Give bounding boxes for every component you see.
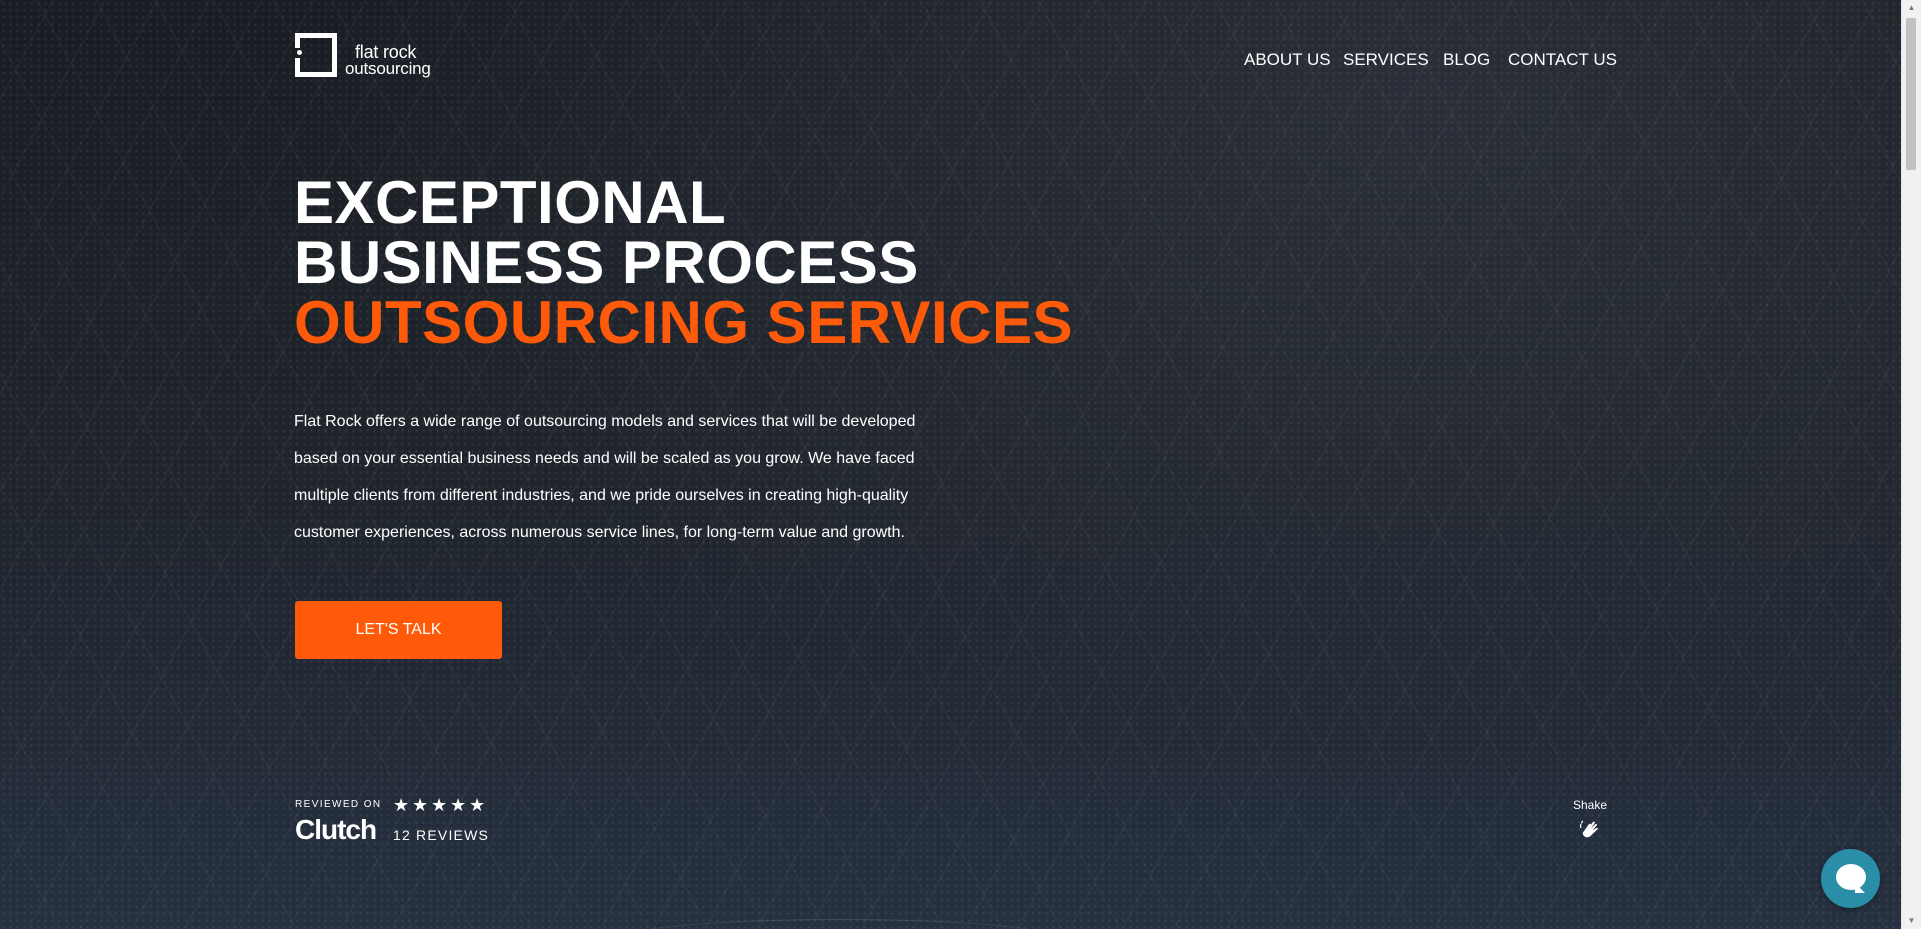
scroll-down-arrow-icon[interactable]: ▼ [1902,913,1921,929]
nav-item-about-us[interactable]: ABOUT US [1244,50,1331,70]
site-logo[interactable]: flat rock outsourcing [295,33,435,89]
nav-item-blog[interactable]: BLOG [1443,50,1490,70]
clutch-review-badge[interactable]: REVIEWED ON Clutch ★ ★ ★ ★ ★ 12 REVIEWS [295,796,495,849]
headline-line3-accent: OUTSOURCING SERVICES [294,289,1074,356]
hero-headline: EXCEPTIONAL BUSINESS PROCESS OUTSOURCING… [294,173,1073,353]
logo-text-line2: outsourcing [345,59,431,78]
chat-launcher-button[interactable] [1821,849,1880,908]
page-scrollbar[interactable]: ▲ ▼ [1901,0,1921,929]
star-icon: ★ [431,795,448,815]
shake-label: Shake [1572,798,1608,812]
hero-section: flat rock outsourcing ABOUT US SERVICES … [0,0,1902,929]
headline-line2: BUSINESS PROCESS [294,229,919,296]
logo-mark [295,33,337,77]
star-icon: ★ [412,795,429,815]
nav-item-services[interactable]: SERVICES [1343,50,1429,70]
star-icon: ★ [469,795,486,815]
star-icon: ★ [450,795,467,815]
shake-widget[interactable]: Shake [1570,798,1610,842]
clutch-logo: Clutch [295,814,377,845]
headline-line1: EXCEPTIONAL [294,169,727,236]
reviewed-on-label: REVIEWED ON [295,799,382,810]
scroll-up-arrow-icon[interactable]: ▲ [1902,0,1921,16]
nav-item-contact-us[interactable]: CONTACT US [1508,50,1617,70]
rating-stars: ★ ★ ★ ★ ★ [393,796,485,814]
review-count: 12 REVIEWS [393,827,490,843]
hero-description: Flat Rock offers a wide range of outsour… [294,413,916,541]
lets-talk-button[interactable]: LET'S TALK [295,601,502,659]
scrollbar-thumb[interactable] [1906,18,1916,170]
background-texture [0,0,1902,929]
star-icon: ★ [393,795,410,815]
waving-hand-icon [1579,820,1598,838]
